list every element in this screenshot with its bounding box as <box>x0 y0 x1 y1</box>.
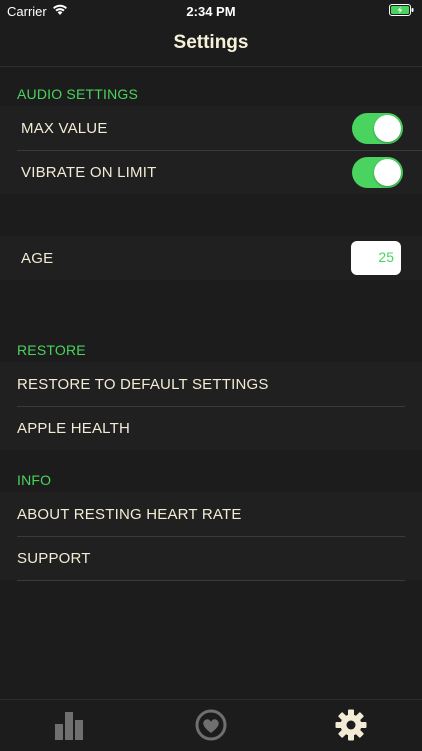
battery-charging-icon <box>389 4 414 19</box>
page-title: Settings <box>173 32 249 53</box>
tab-heart-rate[interactable] <box>191 708 231 742</box>
navigation-bar: Settings <box>0 22 422 67</box>
support-label: SUPPORT <box>17 550 91 567</box>
tab-settings[interactable] <box>331 708 371 742</box>
restore-group: RESTORE TO DEFAULT SETTINGS APPLE HEALTH <box>0 362 422 450</box>
toggle-knob <box>374 159 401 186</box>
vibrate-toggle[interactable] <box>352 157 403 188</box>
info-group: ABOUT RESTING HEART RATE SUPPORT <box>0 492 422 580</box>
age-row: AGE 25 <box>0 236 422 280</box>
age-label: AGE <box>21 250 54 267</box>
settings-list: AUDIO SETTINGS MAX VALUE VIBRATE ON LIMI… <box>0 67 422 699</box>
about-label: ABOUT RESTING HEART RATE <box>17 506 242 523</box>
info-header: INFO <box>17 472 52 488</box>
max-value-label: MAX VALUE <box>21 120 108 137</box>
age-field[interactable]: 25 <box>351 241 401 275</box>
bar-chart-icon <box>55 712 83 740</box>
about-row[interactable]: ABOUT RESTING HEART RATE <box>0 492 422 536</box>
audio-settings-header: AUDIO SETTINGS <box>17 86 139 102</box>
tab-statistics[interactable] <box>51 708 91 742</box>
vibrate-label: VIBRATE ON LIMIT <box>21 164 157 181</box>
restore-default-row[interactable]: RESTORE TO DEFAULT SETTINGS <box>0 362 422 406</box>
gear-icon <box>335 709 367 741</box>
apple-health-label: APPLE HEALTH <box>17 420 130 437</box>
age-group: AGE 25 <box>0 236 422 280</box>
tab-bar <box>0 699 422 751</box>
support-row[interactable]: SUPPORT <box>0 536 422 580</box>
restore-default-label: RESTORE TO DEFAULT SETTINGS <box>17 376 269 393</box>
restore-header: RESTORE <box>17 342 86 358</box>
vibrate-row: VIBRATE ON LIMIT <box>0 150 422 194</box>
heart-icon <box>195 709 227 741</box>
toggle-knob <box>374 115 401 142</box>
audio-settings-group: MAX VALUE VIBRATE ON LIMIT <box>0 106 422 194</box>
max-value-row: MAX VALUE <box>0 106 422 150</box>
max-value-toggle[interactable] <box>352 113 403 144</box>
apple-health-row[interactable]: APPLE HEALTH <box>0 406 422 450</box>
clock: 2:34 PM <box>186 4 236 19</box>
divider <box>17 580 405 581</box>
status-bar: Carrier 2:34 PM <box>0 0 422 22</box>
